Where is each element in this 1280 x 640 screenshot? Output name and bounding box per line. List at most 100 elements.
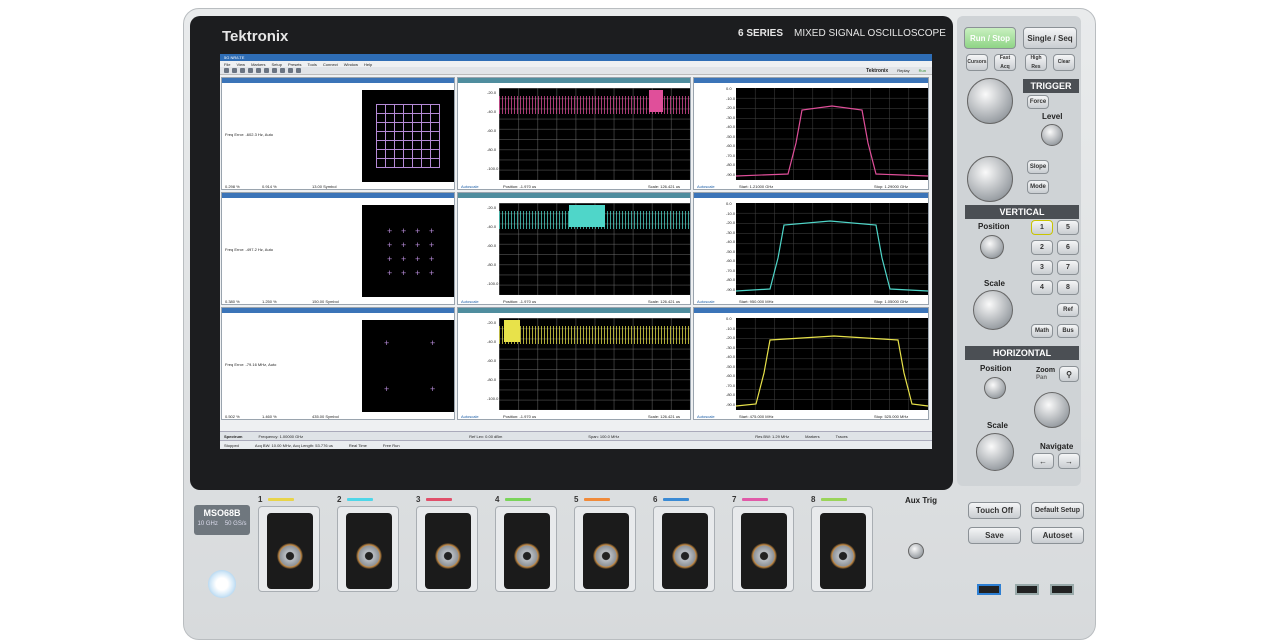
home-icon[interactable] bbox=[224, 68, 229, 73]
zoom-icon[interactable] bbox=[288, 68, 293, 73]
menu-window[interactable]: Window bbox=[344, 62, 358, 67]
constellation-point: + bbox=[401, 240, 407, 250]
redo-icon[interactable] bbox=[256, 68, 261, 73]
mode-button[interactable]: Mode bbox=[1027, 180, 1049, 194]
menu-tools[interactable]: Tools bbox=[308, 62, 317, 67]
default-setup-button[interactable]: Default Setup bbox=[1031, 502, 1084, 519]
single-seq-button[interactable]: Single / Seq bbox=[1023, 27, 1077, 49]
navigate-knob[interactable] bbox=[1034, 392, 1070, 428]
autoscale-button[interactable]: Autoscale bbox=[461, 184, 479, 189]
y-tick: -30.0 bbox=[726, 344, 736, 350]
time-overview-pane[interactable]: -20.0 -40.0 -60.0 -80.0 -100.0 Autoscale Pos… bbox=[457, 77, 691, 190]
channel-button-6[interactable]: 6 bbox=[1057, 240, 1079, 255]
channel-button-7[interactable]: 7 bbox=[1057, 260, 1079, 275]
nav-right-arrow-icon[interactable]: → bbox=[1058, 453, 1080, 469]
high-res-button[interactable]: High Res bbox=[1025, 54, 1047, 71]
vertical-scale-knob[interactable] bbox=[973, 290, 1013, 330]
force-button[interactable]: Force bbox=[1027, 95, 1049, 109]
slope-button[interactable]: Slope bbox=[1027, 160, 1049, 174]
cursors-button[interactable]: Cursors bbox=[966, 54, 988, 71]
menu-file[interactable]: File bbox=[224, 62, 230, 67]
time-overview-pane[interactable]: -20.0 -40.0 -60.0 -80.0 -100.0 Autoscale Pos… bbox=[457, 192, 691, 305]
menu-connect[interactable]: Connect bbox=[323, 62, 338, 67]
channel-input-6[interactable] bbox=[653, 506, 715, 592]
bus-button[interactable]: Bus bbox=[1057, 324, 1079, 338]
spectrum-pane[interactable]: 0.0 -10.0 -20.0 -30.0 -40.0 -50.0 -60.0 -70.0 -8… bbox=[693, 77, 929, 190]
save-button[interactable]: Save bbox=[968, 527, 1021, 544]
math-button[interactable]: Math bbox=[1031, 324, 1053, 338]
fast-acq-button[interactable]: Fast Acq bbox=[994, 54, 1016, 71]
print-icon[interactable] bbox=[264, 68, 269, 73]
menu-help[interactable]: Help bbox=[364, 62, 372, 67]
traces-button[interactable]: Traces bbox=[836, 434, 848, 439]
horizontal-scale-knob[interactable] bbox=[976, 433, 1014, 471]
channel-input-5[interactable] bbox=[574, 506, 636, 592]
channel-input-2[interactable] bbox=[337, 506, 399, 592]
camera-icon[interactable] bbox=[296, 68, 301, 73]
open-icon[interactable] bbox=[232, 68, 237, 73]
analysis-window[interactable] bbox=[569, 205, 605, 227]
spectrum-pane[interactable]: 0.0 -10.0 -20.0 -30.0 -40.0 -50.0 -60.0 -70.0 -8… bbox=[693, 192, 929, 305]
undo-icon[interactable] bbox=[248, 68, 253, 73]
channel-input-1[interactable] bbox=[258, 506, 320, 592]
vertical-position-label: Position bbox=[978, 222, 1010, 231]
channel-button-3[interactable]: 3 bbox=[1031, 260, 1053, 275]
analysis-window[interactable] bbox=[649, 90, 663, 112]
channel-button-8[interactable]: 8 bbox=[1057, 280, 1079, 295]
channel-input-4[interactable] bbox=[495, 506, 557, 592]
settings-icon[interactable] bbox=[272, 68, 277, 73]
menu-view[interactable]: View bbox=[236, 62, 245, 67]
vertical-position-knob[interactable] bbox=[980, 235, 1004, 259]
channel-button-5[interactable]: 5 bbox=[1057, 220, 1079, 235]
frequency-readout[interactable]: Frequency: 1.00000 GHz bbox=[258, 434, 303, 439]
menu-setup[interactable]: Setup bbox=[272, 62, 282, 67]
ref-button[interactable]: Ref bbox=[1057, 303, 1079, 317]
touch-off-button[interactable]: Touch Off bbox=[968, 502, 1021, 519]
menu-markers[interactable]: Markers bbox=[251, 62, 265, 67]
marker-icon[interactable] bbox=[280, 68, 285, 73]
scale-readout: Scale: 126.421 us bbox=[648, 299, 681, 304]
run-button[interactable]: Run bbox=[919, 68, 926, 73]
power-button[interactable] bbox=[208, 570, 236, 598]
channel-input-3[interactable] bbox=[416, 506, 478, 592]
menu-presets[interactable]: Presets bbox=[288, 62, 302, 67]
touchscreen[interactable]: 5G NR/LTE File View Markers Setup Preset… bbox=[220, 54, 932, 449]
autoscale-button[interactable]: Autoscale bbox=[697, 184, 715, 189]
analysis-window[interactable] bbox=[504, 320, 520, 342]
constellation-pane[interactable]: Freq Error: -602.3 Hz, Auto 0.298 % 0.91… bbox=[221, 77, 455, 190]
peak-readout: 1.250 % bbox=[262, 299, 277, 304]
start-freq-readout: Start: 1.21000 GHz bbox=[739, 184, 774, 189]
autoset-button[interactable]: Autoset bbox=[1031, 527, 1084, 544]
markers-button[interactable]: Markers bbox=[805, 434, 819, 439]
nav-left-arrow-icon[interactable]: ← bbox=[1032, 453, 1054, 469]
autoscale-button[interactable]: Autoscale bbox=[697, 299, 715, 304]
rbw-readout[interactable]: Res BW: 1.29 MHz bbox=[755, 434, 789, 439]
channel-button-1[interactable]: 1 bbox=[1031, 220, 1053, 235]
channel-input-7[interactable] bbox=[732, 506, 794, 592]
channel-button-2[interactable]: 2 bbox=[1031, 240, 1053, 255]
replay-button[interactable]: Replay bbox=[897, 68, 909, 73]
multipurpose-knob-a[interactable] bbox=[967, 78, 1013, 124]
channel-input-8[interactable] bbox=[811, 506, 873, 592]
clear-button[interactable]: Clear bbox=[1053, 54, 1075, 71]
time-overview-pane[interactable]: -20.0 -40.0 -60.0 -80.0 -100.0 Autoscale Pos… bbox=[457, 307, 691, 420]
autoscale-button[interactable]: Autoscale bbox=[461, 414, 479, 419]
spectrum-pane[interactable]: 0.0 -10.0 -20.0 -30.0 -40.0 -50.0 -60.0 -70.0 -8… bbox=[693, 307, 929, 420]
ref-level-readout[interactable]: Ref Lev: 0.00 dBm bbox=[469, 434, 502, 439]
multipurpose-knob-b[interactable] bbox=[967, 156, 1013, 202]
zoom-search-icon[interactable]: ⚲ bbox=[1059, 366, 1079, 382]
save-icon[interactable] bbox=[240, 68, 245, 73]
channel-button-4[interactable]: 4 bbox=[1031, 280, 1053, 295]
autoscale-button[interactable]: Autoscale bbox=[697, 414, 715, 419]
stop-freq-readout: Stop: 1.29000 GHz bbox=[874, 184, 909, 189]
span-readout[interactable]: Span: 100.0 MHz bbox=[588, 434, 619, 439]
horizontal-position-knob[interactable] bbox=[984, 377, 1006, 399]
run-stop-button[interactable]: Run / Stop bbox=[964, 27, 1016, 49]
constellation-pane[interactable]: Freq Error: -79.16 MHz, Auto + + + + 0.502 … bbox=[221, 307, 455, 420]
time-plot bbox=[499, 88, 690, 180]
y-tick: -40.0 bbox=[487, 339, 497, 344]
autoscale-button[interactable]: Autoscale bbox=[461, 299, 479, 304]
constellation-pane[interactable]: Freq Error: -497.2 Hz, Auto + + + + + + + + + + + +… bbox=[221, 192, 455, 305]
trigger-level-knob[interactable] bbox=[1041, 124, 1063, 146]
y-tick: -50.0 bbox=[726, 363, 736, 369]
